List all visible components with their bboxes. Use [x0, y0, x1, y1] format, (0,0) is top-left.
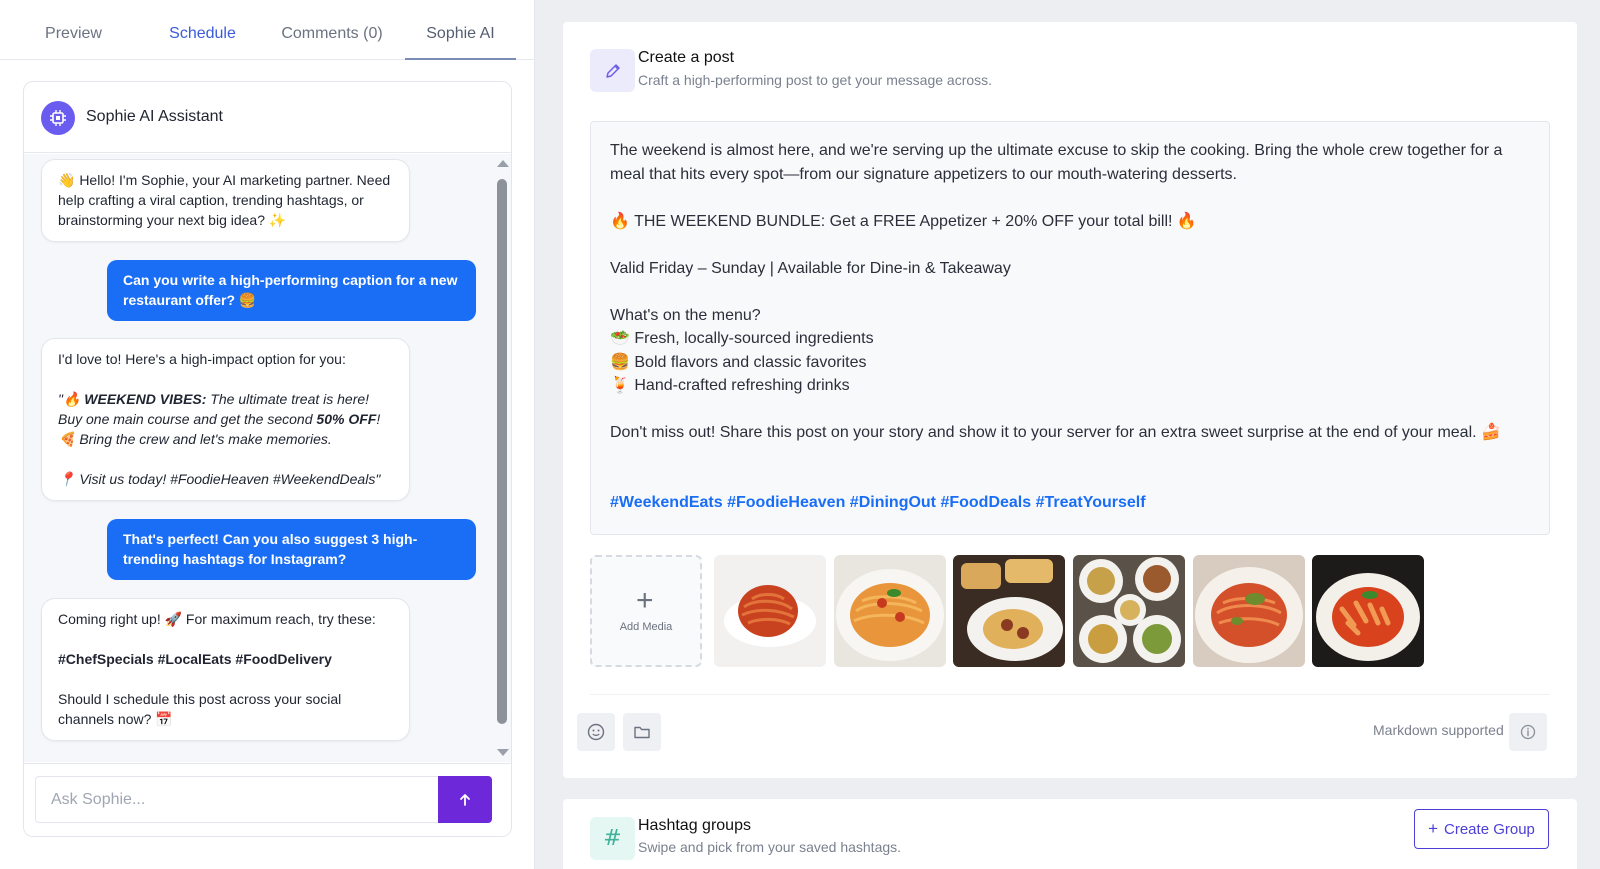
hashtag-groups-subtitle: Swipe and pick from your saved hashtags.: [638, 839, 902, 855]
plus-icon: +: [636, 584, 654, 617]
bot-message-outro: Should I schedule this post across your …: [58, 691, 342, 727]
bot-message: Coming right up! 🚀 For maximum reach, tr…: [41, 598, 410, 741]
folder-icon: [634, 726, 650, 739]
pencil-icon: [590, 49, 635, 92]
create-group-label: Create Group: [1444, 820, 1535, 838]
post-hashtags: #WeekendEats #FoodieHeaven #DiningOut #F…: [610, 493, 1146, 511]
tab-bar: Preview Schedule Comments (0) Sophie AI: [0, 14, 535, 60]
media-thumbnail[interactable]: [1312, 555, 1424, 667]
chat-header: Sophie AI Assistant: [24, 82, 511, 153]
left-panel: Preview Schedule Comments (0) Sophie AI …: [0, 0, 535, 869]
chip-icon: [41, 101, 75, 135]
menu-item: 🥗 Fresh, locally-sourced ingredients: [610, 330, 874, 347]
media-thumbnail[interactable]: [1073, 555, 1185, 667]
media-thumbnail[interactable]: [714, 555, 826, 667]
tab-preview[interactable]: Preview: [25, 14, 122, 60]
hashtag-groups-card: # Hashtag groups Swipe and pick from you…: [563, 799, 1577, 869]
markdown-note: Markdown supported: [1373, 722, 1504, 738]
suggested-hashtags: #ChefSpecials #LocalEats #FoodDelivery: [58, 651, 332, 667]
post-paragraph: Valid Friday – Sunday | Available for Di…: [610, 259, 1011, 277]
send-button[interactable]: [438, 776, 492, 823]
create-post-title: Create a post: [638, 49, 735, 66]
chat-input-bar: [24, 763, 511, 836]
info-icon: [1520, 724, 1536, 740]
scroll-up-icon[interactable]: [497, 160, 509, 167]
menu-item: 🍔 Bold flavors and classic favorites: [610, 353, 867, 371]
create-group-button[interactable]: + Create Group: [1414, 809, 1549, 849]
post-editor[interactable]: The weekend is almost here, and we're se…: [590, 121, 1550, 535]
plus-icon: +: [1428, 819, 1439, 838]
user-message: Can you write a high-performing caption …: [107, 260, 476, 321]
create-post-subtitle: Craft a high-performing post to get your…: [638, 72, 993, 88]
post-paragraph: The weekend is almost here, and we're se…: [610, 142, 1503, 183]
bot-message: I'd love to! Here's a high-impact option…: [41, 338, 410, 501]
add-media-label: Add Media: [619, 621, 673, 633]
arrow-up-icon: [460, 793, 470, 806]
bot-message-intro: I'd love to! Here's a high-impact option…: [58, 351, 346, 367]
post-paragraph: Don't miss out! Share this post on your …: [610, 424, 1501, 441]
media-thumbnail[interactable]: [1193, 555, 1305, 667]
chat-scrollbar[interactable]: [495, 156, 509, 756]
smiley-icon: [587, 723, 605, 741]
caption-line-3: 🍕 Bring the crew and let's make memories…: [58, 431, 332, 447]
caption-line-1: The ultimate treat is here!: [206, 391, 370, 407]
scroll-thumb[interactable]: [497, 179, 507, 724]
add-media-button[interactable]: + Add Media: [590, 555, 702, 667]
scroll-down-icon[interactable]: [497, 749, 509, 756]
chat-messages: 👋 Hello! I'm Sophie, your AI marketing p…: [24, 154, 511, 762]
media-thumbnail[interactable]: [834, 555, 946, 667]
emoji-button[interactable]: [577, 713, 615, 751]
tab-sophie-ai[interactable]: Sophie AI: [405, 14, 516, 60]
menu-item: 🍹 Hand-crafted refreshing drinks: [610, 377, 850, 394]
chat-title: Sophie AI Assistant: [86, 108, 223, 125]
ask-sophie-input[interactable]: [35, 776, 438, 823]
sophie-chat-card: Sophie AI Assistant 👋 Hello! I'm Sophie,…: [23, 81, 512, 837]
media-thumbnail[interactable]: [953, 555, 1065, 667]
caption-line-2b: !: [376, 411, 381, 427]
bot-message: 👋 Hello! I'm Sophie, your AI marketing p…: [41, 159, 410, 242]
tab-schedule[interactable]: Schedule: [145, 14, 260, 60]
user-message: That's perfect! Can you also suggest 3 h…: [107, 519, 476, 580]
weekend-vibes-label: WEEKEND VIBES:: [84, 391, 207, 407]
quote-open: "🔥: [58, 391, 85, 407]
hashtag-groups-title: Hashtag groups: [638, 817, 751, 834]
caption-line-4: 📍 Visit us today! #FoodieHeaven #Weekend…: [58, 471, 381, 487]
post-paragraph: What's on the menu?: [610, 306, 761, 324]
toolbar-divider: [590, 694, 1550, 695]
info-button[interactable]: [1509, 713, 1547, 751]
hash-icon: #: [590, 817, 635, 860]
tab-comments[interactable]: Comments (0): [273, 14, 391, 60]
folder-button[interactable]: [623, 713, 661, 751]
discount-label: 50% OFF: [316, 411, 377, 427]
bot-message-intro: Coming right up! 🚀 For maximum reach, tr…: [58, 611, 376, 627]
caption-line-2a: Buy one main course and get the second: [58, 411, 317, 427]
create-post-card: Create a post Craft a high-performing po…: [563, 22, 1577, 778]
post-paragraph: 🔥 THE WEEKEND BUNDLE: Get a FREE Appetiz…: [610, 212, 1197, 230]
